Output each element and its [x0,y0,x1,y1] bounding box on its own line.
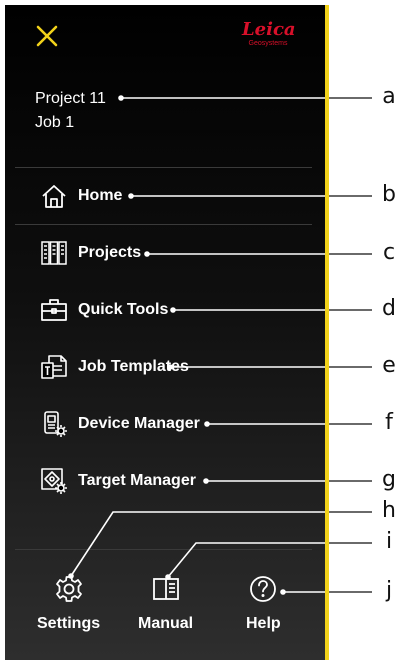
callout-lines [68,95,372,595]
callout-b: b [382,182,396,207]
callout-j: j [385,578,393,603]
callout-e: e [382,353,396,378]
callout-a: a [382,84,396,109]
callout-h: h [382,498,396,523]
callout-f: f [385,410,393,435]
callout-d: d [382,296,396,321]
callout-c: c [382,240,396,265]
callout-i: i [385,529,393,554]
callout-g: g [382,467,396,492]
